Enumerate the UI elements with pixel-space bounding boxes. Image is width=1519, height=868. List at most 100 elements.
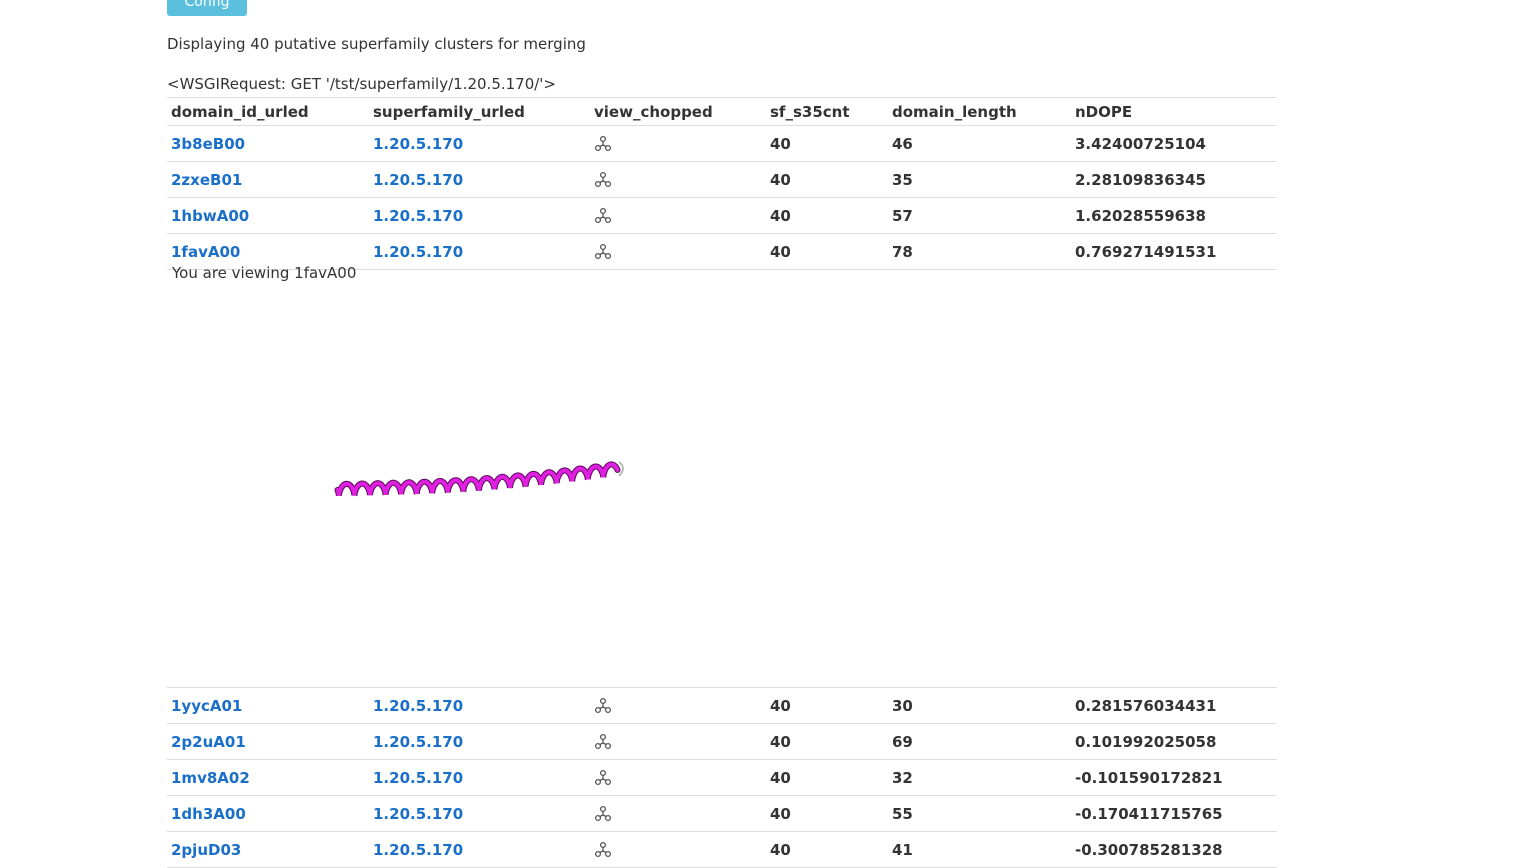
- domain-id-link[interactable]: 1favA00: [171, 243, 240, 261]
- domain-id-cell: 1yycA01: [167, 687, 369, 724]
- sf-s35cnt-cell: 40: [766, 723, 888, 760]
- table-row: 2zxeB01 1.20.5.170 40 35 2.28109836345: [167, 161, 1277, 198]
- column-header: sf_s35cnt: [766, 97, 888, 126]
- molecule-icon[interactable]: [594, 769, 612, 787]
- superfamily-link[interactable]: 1.20.5.170: [373, 841, 463, 859]
- viewing-label: You are viewing 1favA00: [172, 264, 357, 282]
- sf-s35cnt-cell: 40: [766, 161, 888, 198]
- sf-s35cnt-cell: 40: [766, 687, 888, 724]
- domain-length-cell: 57: [888, 197, 1071, 234]
- domain-id-link[interactable]: 1hbwA00: [171, 207, 249, 225]
- protein-helix-render: [334, 461, 624, 497]
- domain-id-cell: 2pjuD03: [167, 831, 369, 868]
- superfamily-link[interactable]: 1.20.5.170: [373, 135, 463, 153]
- molecule-icon[interactable]: [594, 733, 612, 751]
- view-chopped-cell: [590, 233, 766, 270]
- table-row: 2pjuD03 1.20.5.170 40 41 -0.300785281328: [167, 831, 1277, 868]
- molecule-icon[interactable]: [594, 697, 612, 715]
- sf-s35cnt-cell: 40: [766, 795, 888, 832]
- superfamily-cell: 1.20.5.170: [369, 125, 590, 162]
- superfamily-cell: 1.20.5.170: [369, 233, 590, 270]
- column-header: domain_id_urled: [167, 97, 369, 126]
- table-row: 1hbwA00 1.20.5.170 40 57 1.62028559638: [167, 197, 1277, 234]
- ndope-cell: 1.62028559638: [1071, 197, 1277, 234]
- domain-id-cell: 2zxeB01: [167, 161, 369, 198]
- domain-length-cell: 69: [888, 723, 1071, 760]
- domain-length-cell: 55: [888, 795, 1071, 832]
- domain-id-link[interactable]: 2p2uA01: [171, 733, 246, 751]
- domain-id-link[interactable]: 1yycA01: [171, 697, 242, 715]
- column-header: domain_length: [888, 97, 1071, 126]
- sf-s35cnt-cell: 40: [766, 125, 888, 162]
- superfamily-cell: 1.20.5.170: [369, 831, 590, 868]
- domain-id-cell: 2p2uA01: [167, 723, 369, 760]
- view-chopped-cell: [590, 125, 766, 162]
- view-chopped-cell: [590, 197, 766, 234]
- domain-id-cell: 1dh3A00: [167, 795, 369, 832]
- view-chopped-cell: [590, 161, 766, 198]
- domain-length-cell: 41: [888, 831, 1071, 868]
- ndope-cell: -0.170411715765: [1071, 795, 1277, 832]
- ndope-cell: -0.300785281328: [1071, 831, 1277, 868]
- molecule-icon[interactable]: [594, 207, 612, 225]
- table-row: 1mv8A02 1.20.5.170 40 32 -0.101590172821: [167, 759, 1277, 796]
- column-header: superfamily_urled: [369, 97, 590, 126]
- table-row: 2p2uA01 1.20.5.170 40 69 0.101992025058: [167, 723, 1277, 760]
- domain-length-cell: 35: [888, 161, 1071, 198]
- superfamily-link[interactable]: 1.20.5.170: [373, 171, 463, 189]
- superfamily-link[interactable]: 1.20.5.170: [373, 243, 463, 261]
- molecule-icon[interactable]: [594, 841, 612, 859]
- domain-id-cell: 3b8eB00: [167, 125, 369, 162]
- ndope-cell: 0.769271491531: [1071, 233, 1277, 270]
- ndope-cell: 0.281576034431: [1071, 687, 1277, 724]
- column-header: view_chopped: [590, 97, 766, 126]
- superfamily-cell: 1.20.5.170: [369, 759, 590, 796]
- table-row: 1dh3A00 1.20.5.170 40 55 -0.170411715765: [167, 795, 1277, 832]
- column-header: nDOPE: [1071, 97, 1277, 126]
- sf-s35cnt-cell: 40: [766, 233, 888, 270]
- view-chopped-cell: [590, 723, 766, 760]
- molecule-icon[interactable]: [594, 135, 612, 153]
- domain-length-cell: 32: [888, 759, 1071, 796]
- sf-s35cnt-cell: 40: [766, 759, 888, 796]
- molecule-icon[interactable]: [594, 805, 612, 823]
- superfamily-link[interactable]: 1.20.5.170: [373, 207, 463, 225]
- domain-length-cell: 78: [888, 233, 1071, 270]
- ndope-cell: 0.101992025058: [1071, 723, 1277, 760]
- config-button[interactable]: Config: [167, 0, 247, 16]
- view-chopped-cell: [590, 831, 766, 868]
- domain-id-link[interactable]: 3b8eB00: [171, 135, 245, 153]
- ndope-cell: -0.101590172821: [1071, 759, 1277, 796]
- table-row: 1yycA01 1.20.5.170 40 30 0.281576034431: [167, 687, 1277, 724]
- superfamily-cell: 1.20.5.170: [369, 723, 590, 760]
- clusters-table-continued: 1yycA01 1.20.5.170 40 30 0.281576034431 2p2uA…: [167, 687, 1277, 868]
- domain-id-link[interactable]: 1dh3A00: [171, 805, 246, 823]
- ndope-cell: 2.28109836345: [1071, 161, 1277, 198]
- sf-s35cnt-cell: 40: [766, 831, 888, 868]
- table-row: 3b8eB00 1.20.5.170 40 46 3.42400725104: [167, 125, 1277, 162]
- superfamily-link[interactable]: 1.20.5.170: [373, 733, 463, 751]
- superfamily-link[interactable]: 1.20.5.170: [373, 697, 463, 715]
- superfamily-link[interactable]: 1.20.5.170: [373, 805, 463, 823]
- molecule-icon[interactable]: [594, 171, 612, 189]
- domain-id-cell: 1mv8A02: [167, 759, 369, 796]
- superfamily-cell: 1.20.5.170: [369, 687, 590, 724]
- molecule-icon[interactable]: [594, 243, 612, 261]
- request-text: <WSGIRequest: GET '/tst/superfamily/1.20…: [167, 75, 557, 93]
- domain-length-cell: 46: [888, 125, 1071, 162]
- superfamily-cell: 1.20.5.170: [369, 161, 590, 198]
- structure-viewer[interactable]: [167, 286, 1277, 684]
- domain-id-cell: 1hbwA00: [167, 197, 369, 234]
- view-chopped-cell: [590, 687, 766, 724]
- domain-length-cell: 30: [888, 687, 1071, 724]
- view-chopped-cell: [590, 759, 766, 796]
- superfamily-link[interactable]: 1.20.5.170: [373, 769, 463, 787]
- sf-s35cnt-cell: 40: [766, 197, 888, 234]
- domain-id-link[interactable]: 2pjuD03: [171, 841, 241, 859]
- table-header-row: domain_id_urled superfamily_urled view_c…: [167, 97, 1277, 126]
- superfamily-cell: 1.20.5.170: [369, 197, 590, 234]
- domain-id-link[interactable]: 1mv8A02: [171, 769, 250, 787]
- domain-id-link[interactable]: 2zxeB01: [171, 171, 242, 189]
- ndope-cell: 3.42400725104: [1071, 125, 1277, 162]
- clusters-table: domain_id_urled superfamily_urled view_c…: [167, 97, 1277, 270]
